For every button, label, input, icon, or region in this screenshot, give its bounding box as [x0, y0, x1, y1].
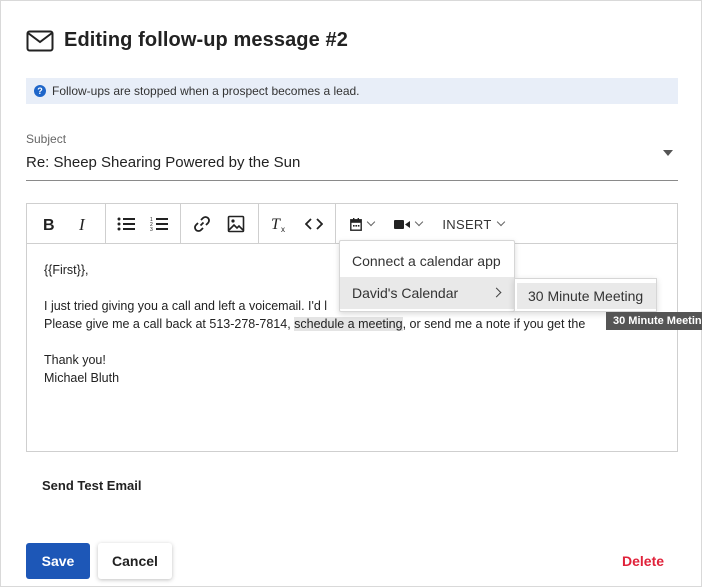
- bullet-list-icon[interactable]: [115, 204, 137, 244]
- chevron-down-icon: [414, 217, 424, 227]
- code-icon[interactable]: [301, 204, 327, 244]
- delete-button[interactable]: Delete: [622, 553, 664, 569]
- cancel-button[interactable]: Cancel: [98, 543, 172, 579]
- caret-down-icon[interactable]: [663, 150, 673, 156]
- italic-icon[interactable]: I: [71, 204, 95, 244]
- editor-toolbar: B I 123 Tx INSERT: [27, 204, 677, 244]
- subject-select[interactable]: Re: Sheep Shearing Powered by the Sun: [26, 154, 300, 171]
- envelope-icon: [26, 30, 54, 52]
- calendar-menu: Connect a calendar app David's Calendar: [339, 240, 515, 312]
- chevron-right-icon: [491, 287, 502, 298]
- schedule-meeting-link[interactable]: schedule a meeting: [294, 317, 403, 331]
- body-line: Please give me a call back at 513-278-78…: [44, 315, 664, 333]
- calendar-dropdown[interactable]: [345, 204, 379, 244]
- calendar-icon: [350, 217, 362, 231]
- modal-header: Editing follow-up message #2: [26, 29, 348, 52]
- modal-title: Editing follow-up message #2: [64, 29, 348, 51]
- clear-format-icon[interactable]: Tx: [267, 204, 291, 244]
- svg-text:T: T: [271, 216, 281, 233]
- subject-underline: [26, 180, 678, 181]
- menu-item-label: David's Calendar: [352, 285, 459, 301]
- numbered-list-icon[interactable]: 123: [148, 204, 170, 244]
- insert-dropdown[interactable]: INSERT: [437, 204, 509, 244]
- toolbar-divider: [180, 204, 181, 244]
- body-text-segment: Please give me a call back at 513-278-78…: [44, 317, 295, 331]
- svg-text:x: x: [281, 225, 285, 233]
- toolbar-divider: [335, 204, 336, 244]
- subject-label: Subject: [26, 132, 67, 146]
- question-circle-icon: ?: [34, 85, 46, 97]
- link-icon[interactable]: [190, 204, 214, 244]
- body-text-segment: , or send me a note if you get the: [402, 317, 586, 331]
- menu-item-connect-calendar[interactable]: Connect a calendar app: [340, 245, 514, 277]
- save-button[interactable]: Save: [26, 543, 90, 579]
- toolbar-divider: [105, 204, 106, 244]
- info-banner-text: Follow-ups are stopped when a prospect b…: [52, 84, 360, 98]
- video-icon: [394, 219, 410, 230]
- svg-text:B: B: [43, 217, 55, 232]
- video-dropdown[interactable]: [389, 204, 427, 244]
- image-icon[interactable]: [224, 204, 248, 244]
- insert-label: INSERT: [442, 216, 492, 232]
- svg-text:3: 3: [150, 227, 153, 232]
- body-line: Michael Bluth: [44, 371, 120, 385]
- body-line: Thank you!: [44, 353, 106, 367]
- info-banner: ? Follow-ups are stopped when a prospect…: [26, 78, 678, 104]
- send-test-email-button[interactable]: Send Test Email: [42, 478, 141, 493]
- bold-icon[interactable]: B: [37, 204, 61, 244]
- edit-followup-modal: Editing follow-up message #2 ? Follow-up…: [0, 0, 702, 587]
- chevron-down-icon: [366, 217, 376, 227]
- toolbar-divider: [258, 204, 259, 244]
- calendar-submenu: 30 Minute Meeting: [514, 278, 657, 312]
- chevron-down-icon: [496, 217, 505, 227]
- menu-item-30-minute-meeting[interactable]: 30 Minute Meeting: [517, 283, 656, 309]
- menu-item-davids-calendar[interactable]: David's Calendar: [340, 277, 514, 309]
- svg-text:I: I: [78, 216, 86, 232]
- tooltip: 30 Minute Meeting: [606, 312, 702, 330]
